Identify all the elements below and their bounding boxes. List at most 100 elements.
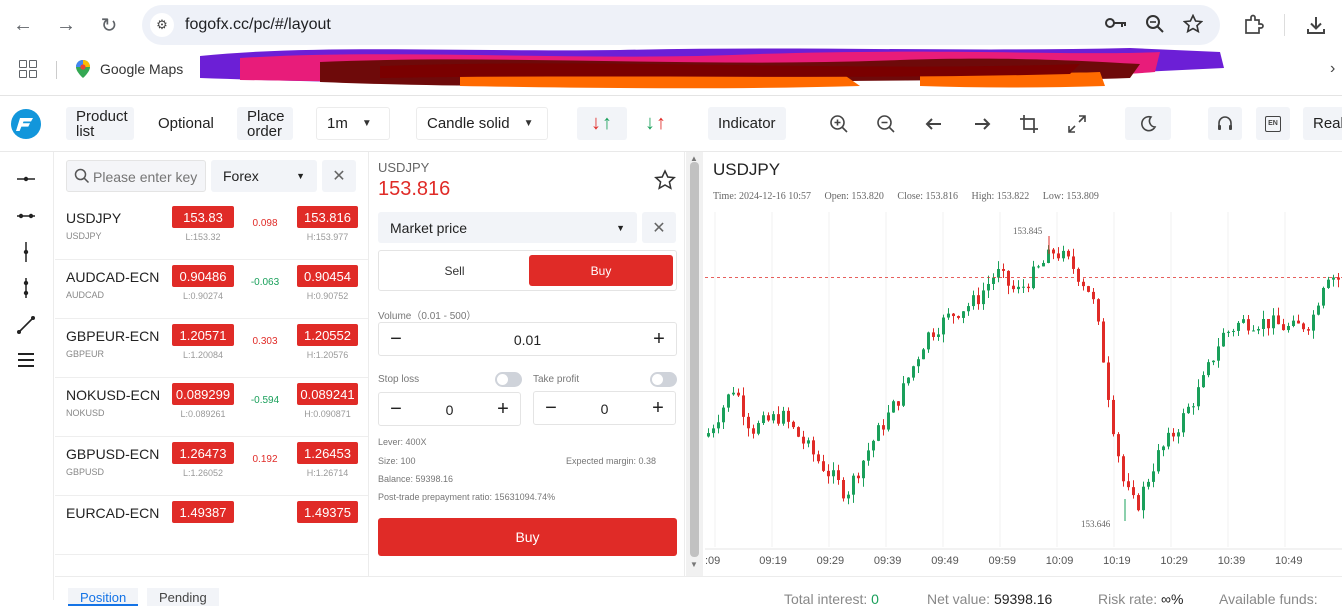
product-row[interactable]: AUDCAD-ECN AUDCAD 0.90486 L:0.90274 -0.063 0.… xyxy=(55,260,368,319)
price-change: -0.063 xyxy=(250,277,280,288)
candle-body xyxy=(1282,324,1285,331)
day-high: H:0.090871 xyxy=(304,409,351,419)
horizontal-ray-icon[interactable] xyxy=(14,169,38,189)
stop-loss-stepper[interactable]: − 0 + xyxy=(378,392,521,426)
close-icon[interactable]: ✕ xyxy=(642,212,676,243)
download-icon[interactable] xyxy=(1303,12,1329,38)
extensions-icon[interactable] xyxy=(1240,12,1266,38)
stop-loss-decrease-button[interactable]: − xyxy=(383,396,409,422)
reload-icon[interactable]: ↻ xyxy=(96,12,122,38)
product-list-button[interactable]: Product list xyxy=(66,107,134,140)
candlestick-chart[interactable]: 153.845 153.646:09 09:19 09:29 09:39 09:49 09:… xyxy=(705,152,1342,576)
stop-loss-switch[interactable] xyxy=(495,372,522,387)
ask-price-button[interactable]: 0.90454 xyxy=(297,265,358,287)
volume-decrease-button[interactable]: − xyxy=(383,326,409,352)
menu-lines-icon[interactable] xyxy=(14,350,38,370)
interval-select[interactable]: 1m ▼ xyxy=(316,107,390,140)
take-profit-decrease-button[interactable]: − xyxy=(538,395,564,421)
account-type-button[interactable]: Real xyxy=(1303,107,1342,140)
chart-area[interactable]: ▲ ▼ 153.845 153.646:09 09:19 09:29 09:39 09:4… xyxy=(686,152,1342,576)
scroll-left-icon[interactable] xyxy=(917,107,951,140)
bid-price-button[interactable]: 153.83 xyxy=(172,206,234,228)
ask-price-button[interactable]: 1.26453 xyxy=(297,442,358,464)
vertical-line-icon[interactable] xyxy=(14,242,38,262)
bookmark-star-icon[interactable] xyxy=(1182,13,1204,39)
candle-body xyxy=(1212,360,1215,363)
take-profit-stepper[interactable]: − 0 + xyxy=(533,391,676,425)
close-icon[interactable]: ✕ xyxy=(322,160,356,192)
chart-type-select[interactable]: Candle solid ▼ xyxy=(416,107,548,140)
candle-body xyxy=(1042,262,1045,267)
submit-buy-button[interactable]: Buy xyxy=(378,518,677,556)
candle-body xyxy=(897,401,900,406)
buy-toggle-button[interactable]: Buy xyxy=(529,255,673,286)
redaction-scribble xyxy=(200,48,1224,89)
order-symbol: USDJPY xyxy=(378,160,430,175)
bid-price-button[interactable]: 1.26473 xyxy=(172,442,234,464)
search-box[interactable] xyxy=(66,160,206,192)
optional-button[interactable]: Optional xyxy=(148,107,224,140)
bid-price-button[interactable]: 0.089299 xyxy=(172,383,234,405)
fullscreen-icon[interactable] xyxy=(1060,107,1094,140)
ask-price-button[interactable]: 153.816 xyxy=(297,206,358,228)
more-bookmarks-chevron-icon[interactable]: › xyxy=(1330,60,1335,78)
price-color-green-up-icon[interactable]: ↓ ↑ xyxy=(636,107,676,140)
product-row[interactable]: NOKUSD-ECN NOKUSD 0.089299 L:0.089261 -0.594… xyxy=(55,378,368,437)
bid-price-button[interactable]: 0.90486 xyxy=(172,265,234,287)
stop-loss-increase-button[interactable]: + xyxy=(490,396,516,422)
horizontal-segment-icon[interactable] xyxy=(14,206,38,226)
market-filter-select[interactable]: Forex ▼ xyxy=(211,160,317,192)
stop-loss-value[interactable]: 0 xyxy=(409,402,490,418)
volume-value[interactable]: 0.01 xyxy=(409,332,646,348)
ask-price-button[interactable]: 1.20552 xyxy=(297,324,358,346)
product-row[interactable]: GBPUSD-ECN GBPUSD 1.26473 L:1.26052 0.192 1.2… xyxy=(55,437,368,496)
product-row[interactable]: EURCAD-ECN 1.49387 1.49375 xyxy=(55,496,368,555)
google-maps-bookmark[interactable]: Google Maps xyxy=(100,61,183,77)
favorite-star-icon[interactable] xyxy=(654,169,676,191)
apps-grid-icon[interactable] xyxy=(19,60,37,78)
scroll-right-icon[interactable] xyxy=(965,107,999,140)
scrollbar-thumb[interactable] xyxy=(690,162,699,557)
scroll-down-arrow-icon[interactable]: ▼ xyxy=(690,560,698,569)
ask-price-button[interactable]: 0.089241 xyxy=(297,383,358,405)
panel-scrollbar[interactable]: ▲ ▼ xyxy=(686,152,703,576)
language-icon[interactable]: EN xyxy=(1256,107,1290,140)
back-arrow-icon[interactable]: ← xyxy=(10,12,36,38)
zoom-icon[interactable] xyxy=(1145,14,1165,39)
volume-stepper[interactable]: − 0.01 + xyxy=(378,322,677,356)
ask-price-button[interactable]: 1.49375 xyxy=(297,501,358,523)
place-order-button[interactable]: Place order xyxy=(237,107,293,140)
zoom-in-icon[interactable] xyxy=(822,107,856,140)
customer-service-headset-icon[interactable] xyxy=(1208,107,1242,140)
site-settings-icon[interactable]: ⚙ xyxy=(150,13,174,37)
product-row[interactable]: USDJPY USDJPY 153.83 L:153.32 0.098 153.816 H:… xyxy=(55,201,368,260)
bid-price-button[interactable]: 1.49387 xyxy=(172,501,234,523)
indicator-button[interactable]: Indicator xyxy=(708,107,786,140)
candle-body xyxy=(1142,486,1145,511)
address-bar[interactable]: ⚙ fogofx.cc/pc/#/layout xyxy=(142,5,1220,45)
zoom-out-icon[interactable] xyxy=(869,107,903,140)
take-profit-increase-button[interactable]: + xyxy=(645,395,671,421)
tab-position[interactable]: Position xyxy=(68,588,139,606)
trend-line-icon[interactable] xyxy=(14,315,38,335)
volume-increase-button[interactable]: + xyxy=(646,326,672,352)
candle-body xyxy=(817,454,820,462)
dark-mode-moon-icon[interactable] xyxy=(1125,107,1171,140)
vertical-segment-icon[interactable] xyxy=(14,278,38,298)
take-profit-switch[interactable] xyxy=(650,372,677,387)
sell-toggle-button[interactable]: Sell xyxy=(383,255,526,286)
key-icon[interactable] xyxy=(1104,14,1128,37)
search-input[interactable] xyxy=(93,167,203,187)
product-row[interactable]: GBPEUR-ECN GBPEUR 1.20571 L:1.20084 0.303 1.2… xyxy=(55,319,368,378)
order-type-select[interactable]: Market price ▼ xyxy=(378,212,637,243)
ohlc-high: High: 153.822 xyxy=(971,191,1030,202)
url-text[interactable]: fogofx.cc/pc/#/layout xyxy=(185,16,331,34)
candle-body xyxy=(1187,406,1190,414)
take-profit-value[interactable]: 0 xyxy=(564,401,645,417)
forward-arrow-icon[interactable]: → xyxy=(53,12,79,38)
price-color-red-up-icon[interactable]: ↓ ↑ xyxy=(577,107,627,140)
tab-pending[interactable]: Pending xyxy=(147,588,219,606)
crop-icon[interactable] xyxy=(1012,107,1046,140)
bid-price-button[interactable]: 1.20571 xyxy=(172,324,234,346)
product-subtitle: NOKUSD xyxy=(66,408,105,418)
